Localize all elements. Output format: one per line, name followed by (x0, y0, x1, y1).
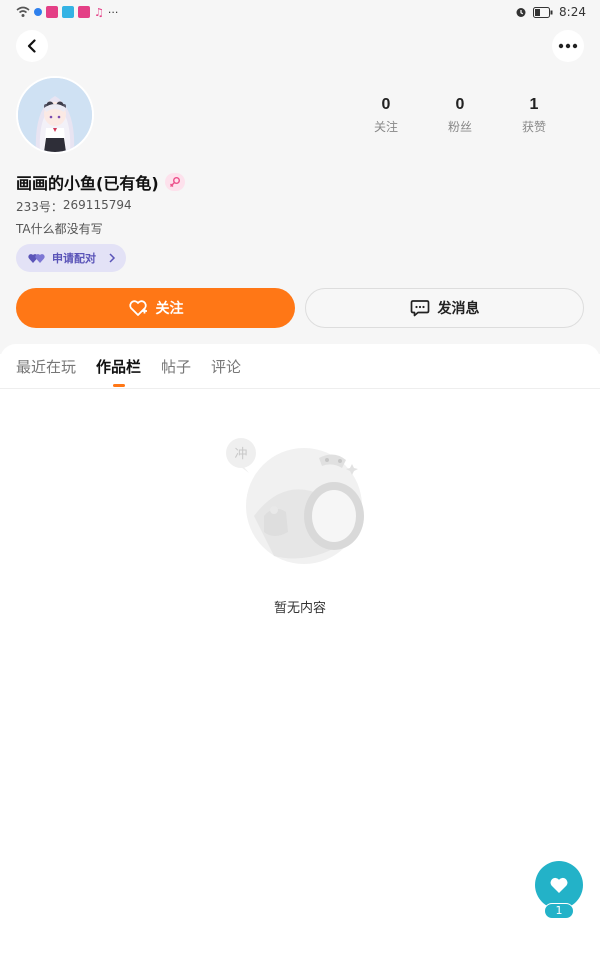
more-notifications-icon: ··· (107, 5, 119, 19)
chevron-left-icon (27, 39, 36, 53)
heart-plus-icon (128, 300, 147, 316)
apply-pair-button[interactable]: 申请配对 (16, 244, 126, 272)
video-app-icon-2 (78, 6, 90, 18)
battery-icon (533, 6, 553, 18)
stat-following[interactable]: 0 关注 (350, 96, 422, 135)
follow-button[interactable]: 关注 (16, 288, 295, 328)
heart-icon (550, 877, 568, 893)
send-message-label: 发消息 (437, 301, 480, 317)
bio-text: TA什么都没有写 (16, 222, 103, 236)
chevron-right-icon (109, 253, 116, 263)
uid-row: 233号： 269115794 (16, 198, 132, 215)
video-app-icon (46, 6, 58, 18)
apply-pair-label: 申请配对 (52, 252, 96, 265)
stat-value: 1 (529, 96, 539, 113)
empty-box-illustration: 冲 (226, 438, 364, 564)
anime-girl-avatar-image (18, 78, 92, 152)
chat-bubble-icon (410, 300, 429, 317)
bubble-text: 冲 (234, 447, 247, 462)
app-notification-icon (34, 8, 42, 16)
status-icons-left: ♫ ··· (16, 6, 118, 19)
stat-label: 获赞 (521, 120, 546, 134)
tab-comments[interactable]: 评论 (211, 356, 241, 385)
music-icon: ♫ (94, 5, 104, 19)
stat-label: 关注 (373, 120, 398, 134)
more-dots-icon (558, 43, 578, 49)
wifi-icon (16, 6, 30, 17)
alarm-icon (516, 8, 526, 17)
tab-recently-played[interactable]: 最近在玩 (16, 356, 76, 385)
like-count-badge: 1 (544, 903, 574, 919)
double-heart-icon (28, 254, 45, 263)
stat-value: 0 (455, 96, 465, 113)
follow-label: 关注 (155, 301, 184, 317)
clock-time: 8:24 (559, 5, 586, 19)
uid-value: 269115794 (62, 198, 132, 212)
username-row: 画画的小鱼(已有龟) (16, 170, 185, 194)
tab-works[interactable]: 作品栏 (96, 356, 141, 385)
tab-divider (0, 388, 600, 389)
profile-stats: 0 关注 0 粉丝 1 获赞 (350, 96, 570, 135)
status-icons-right: 8:24 (515, 5, 586, 19)
stat-label: 粉丝 (447, 120, 472, 134)
status-bar: ♫ ··· 8:24 (0, 0, 600, 24)
uid-label: 233号： (16, 200, 63, 214)
avatar[interactable] (16, 76, 94, 154)
profile-tabs: 最近在玩 作品栏 帖子 评论 (16, 356, 241, 385)
floating-like-button[interactable] (535, 861, 583, 909)
send-message-button[interactable]: 发消息 (305, 288, 584, 328)
female-icon (169, 177, 180, 187)
empty-state-illustration: 冲 (224, 436, 374, 576)
tab-posts[interactable]: 帖子 (161, 356, 191, 385)
stat-likes[interactable]: 1 获赞 (498, 96, 570, 135)
stat-value: 0 (381, 96, 391, 113)
gender-badge (164, 173, 185, 191)
empty-state-message: 暂无内容 (273, 601, 326, 616)
stat-followers[interactable]: 0 粉丝 (424, 96, 496, 135)
username: 画画的小鱼(已有龟) (16, 174, 159, 193)
chat-app-icon (62, 6, 74, 18)
more-options-button[interactable] (552, 30, 584, 62)
back-button[interactable] (16, 30, 48, 62)
